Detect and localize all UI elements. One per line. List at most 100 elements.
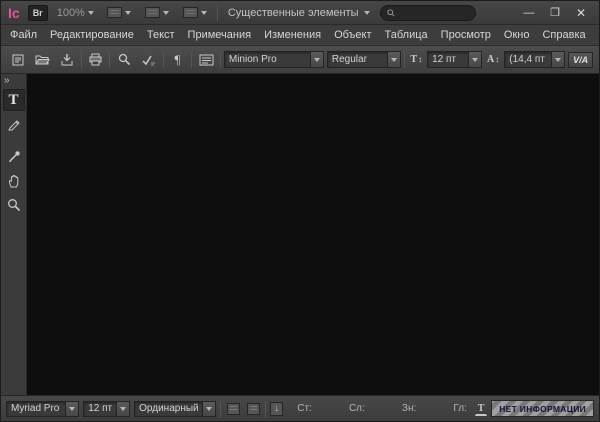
- menu-help[interactable]: Справка: [542, 29, 585, 41]
- chevron-down-icon: [364, 11, 370, 15]
- view-options-dropdown[interactable]: [103, 4, 135, 21]
- stat-words-label: Сл:: [349, 403, 365, 414]
- stat-line-label: Ст:: [297, 403, 312, 414]
- arrange-documents-icon: [183, 7, 198, 18]
- search-icon: [387, 8, 395, 18]
- divider: [220, 401, 221, 417]
- hand-icon: [7, 174, 21, 188]
- save-button[interactable]: [56, 50, 78, 70]
- magnifier-icon: [7, 198, 21, 212]
- divider: [81, 52, 82, 68]
- type-tool-icon: T: [8, 92, 18, 109]
- find-button[interactable]: [113, 50, 135, 70]
- line-spacing-button[interactable]: [225, 400, 241, 418]
- stat-chars-label: Зн:: [402, 403, 416, 414]
- divider: [265, 401, 266, 417]
- screen-mode-icon: [145, 7, 160, 18]
- status-font-family-value: Myriad Pro: [7, 403, 65, 414]
- close-button[interactable]: ✕: [568, 3, 594, 23]
- chevron-down-icon: [468, 52, 481, 67]
- document-canvas[interactable]: [27, 74, 599, 395]
- control-toolbar: ¶ Minion Pro Regular T↕ 12 пт: [1, 46, 599, 74]
- font-size-value: 12 пт: [428, 54, 468, 65]
- eyedropper-tool[interactable]: [3, 146, 25, 168]
- status-bar: Myriad Pro 12 пт Ординарный и ↓ Ст: Сл: …: [1, 395, 599, 421]
- font-style-value: Regular: [328, 54, 388, 65]
- view-options-icon: [107, 7, 122, 18]
- chevron-down-icon: [163, 11, 169, 15]
- notes-button[interactable]: [7, 50, 29, 70]
- menu-edit[interactable]: Редактирование: [50, 29, 134, 41]
- menu-view[interactable]: Просмотр: [441, 29, 491, 41]
- kerning-icon[interactable]: V/A: [568, 52, 593, 68]
- copyfit-icon: T: [475, 402, 487, 416]
- search-input[interactable]: [399, 7, 469, 18]
- zoom-tool[interactable]: [3, 194, 25, 216]
- status-font-size-select[interactable]: 12 пт: [83, 401, 130, 417]
- arrange-documents-dropdown[interactable]: [179, 4, 211, 21]
- menu-file[interactable]: Файл: [10, 29, 37, 41]
- chevron-down-icon: [125, 11, 131, 15]
- leading-icon: A↕: [485, 54, 501, 65]
- print-button[interactable]: [85, 50, 107, 70]
- divider: [163, 52, 164, 68]
- column-view-button[interactable]: [245, 400, 261, 418]
- bridge-button[interactable]: Br: [28, 5, 48, 21]
- chevron-down-icon: [88, 11, 94, 15]
- type-tool[interactable]: T: [3, 89, 25, 111]
- stroke-style-select[interactable]: Ординарный и: [134, 401, 216, 417]
- workspace-label: Существенные элементы: [228, 7, 359, 19]
- divider: [109, 52, 110, 68]
- font-size-icon: T↕: [408, 54, 424, 65]
- titlebar: Ic Br 100% Существенные элементы: [1, 1, 599, 25]
- note-tool[interactable]: [3, 113, 25, 135]
- menu-table[interactable]: Таблица: [385, 29, 428, 41]
- search-box[interactable]: [380, 5, 476, 21]
- menu-type[interactable]: Текст: [147, 29, 175, 41]
- stroke-style-value: Ординарный и: [135, 403, 202, 414]
- main-area: » T: [1, 74, 599, 395]
- menu-notes[interactable]: Примечания: [188, 29, 252, 41]
- zoom-level-dropdown[interactable]: 100%: [54, 5, 97, 21]
- zoom-level-value: 100%: [57, 7, 85, 19]
- font-style-select[interactable]: Regular: [327, 51, 402, 68]
- leading-select[interactable]: (14,4 пт: [504, 51, 565, 68]
- eyedropper-icon: [7, 150, 21, 164]
- menu-window[interactable]: Окно: [504, 29, 530, 41]
- copyfit-info-text: НЕТ ИНФОРМАЦИИ: [499, 404, 586, 414]
- note-pen-icon: [7, 117, 21, 131]
- screen-mode-dropdown[interactable]: [141, 4, 173, 21]
- spellcheck-button[interactable]: [138, 50, 160, 70]
- text-frame-icon: [199, 54, 214, 66]
- status-font-family-select[interactable]: Myriad Pro: [6, 401, 79, 417]
- print-icon: [88, 53, 103, 66]
- divider: [191, 52, 192, 68]
- hand-tool[interactable]: [3, 170, 25, 192]
- notes-icon: [11, 53, 25, 67]
- chevron-down-icon: [201, 11, 207, 15]
- open-button[interactable]: [32, 50, 54, 70]
- font-family-select[interactable]: Minion Pro: [224, 51, 324, 68]
- divider: [217, 5, 218, 21]
- line-spacing-icon: [227, 403, 240, 415]
- divider: [404, 52, 405, 68]
- divider: [220, 52, 221, 68]
- panel-expand-icon[interactable]: »: [1, 75, 13, 88]
- font-size-select[interactable]: 12 пт: [427, 51, 482, 68]
- column-view-icon: [247, 403, 260, 415]
- chevron-down-icon: [551, 52, 564, 67]
- menu-changes[interactable]: Изменения: [264, 29, 321, 41]
- workspace-switcher[interactable]: Существенные элементы: [224, 5, 374, 21]
- status-font-size-value: 12 пт: [84, 403, 116, 414]
- save-icon: [60, 53, 74, 66]
- chevron-down-icon: [65, 402, 78, 416]
- window-controls: — ❐ ✕: [516, 3, 594, 23]
- text-frame-options-button[interactable]: [195, 50, 217, 70]
- menu-object[interactable]: Объект: [334, 29, 371, 41]
- maximize-button[interactable]: ❐: [542, 3, 568, 23]
- spellcheck-icon: [142, 54, 156, 66]
- minimize-button[interactable]: —: [516, 3, 542, 23]
- show-hidden-characters-button[interactable]: ¶: [167, 50, 189, 70]
- go-to-line-button[interactable]: ↓: [270, 402, 283, 416]
- open-folder-icon: [35, 53, 50, 66]
